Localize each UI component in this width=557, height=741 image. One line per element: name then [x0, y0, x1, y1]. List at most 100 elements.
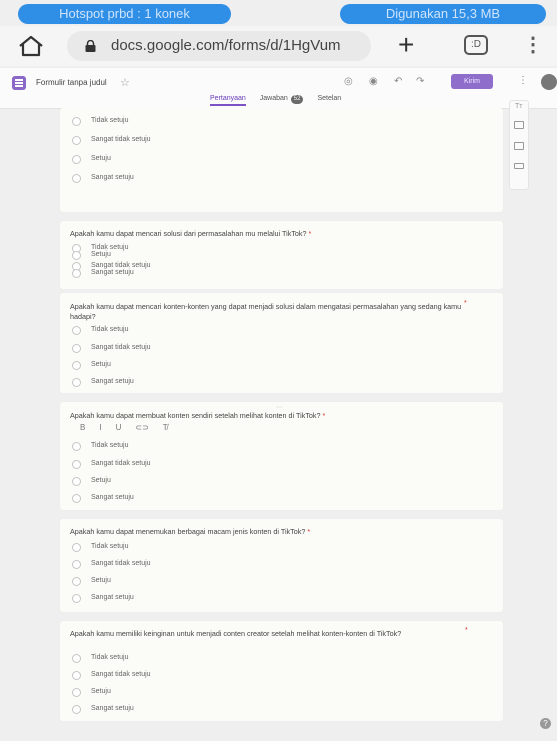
radio-button[interactable]: [72, 269, 81, 278]
tabs-icon[interactable]: :D: [464, 35, 488, 55]
palette-icon[interactable]: ◎: [344, 76, 353, 87]
radio-button[interactable]: [72, 460, 81, 469]
responses-count-badge: 52: [290, 95, 304, 104]
form-title[interactable]: Formulir tanpa judul: [36, 78, 107, 87]
question-card-active[interactable]: ⋯ Apakah kamu dapat membuat konten sendi…: [60, 402, 503, 510]
question-toolbar: Tт: [509, 100, 529, 190]
radio-button[interactable]: [72, 378, 81, 387]
menu-icon[interactable]: ⋮: [523, 32, 543, 58]
preview-icon[interactable]: ◉: [369, 76, 378, 87]
question-text: Apakah kamu dapat menemukan berbagai mac…: [70, 527, 311, 536]
radio-button[interactable]: [72, 477, 81, 486]
radio-button[interactable]: [72, 136, 81, 145]
question-text: Apakah kamu dapat mencari solusi dari pe…: [70, 229, 312, 238]
send-button[interactable]: Kirim: [451, 74, 493, 89]
radio-button[interactable]: [72, 251, 81, 260]
question-card[interactable]: Tidak setuju Sangat tidak setuju Setuju …: [60, 108, 503, 212]
redo-icon[interactable]: ↷: [416, 76, 424, 87]
option-label: Setuju: [91, 477, 111, 484]
radio-button[interactable]: [72, 560, 81, 569]
clear-format-icon[interactable]: T̸: [163, 423, 168, 432]
option-label: Sangat tidak setuju: [91, 560, 151, 567]
image-icon[interactable]: [514, 121, 524, 129]
option-label: Sangat setuju: [91, 494, 134, 501]
option-label: Tidak setuju: [91, 654, 129, 661]
option-label: Sangat setuju: [91, 705, 134, 712]
option-label: Tidak setuju: [91, 543, 129, 550]
option-label: Sangat tidak setuju: [91, 262, 151, 269]
avatar[interactable]: [541, 74, 557, 90]
video-icon[interactable]: [514, 142, 524, 150]
option-label: Sangat tidak setuju: [91, 344, 151, 351]
radio-button[interactable]: [72, 577, 81, 586]
option-label: Sangat setuju: [91, 269, 134, 276]
radio-button[interactable]: [72, 344, 81, 353]
bold-icon[interactable]: B: [80, 423, 85, 432]
question-text: Apakah kamu memiliki keinginan untuk men…: [70, 629, 402, 638]
required-mark: *: [464, 300, 467, 307]
status-bar: Hotspot prbd : 1 konek Digunakan 15,3 MB: [0, 0, 557, 26]
section-icon[interactable]: [514, 163, 524, 169]
radio-button[interactable]: [72, 174, 81, 183]
option-label: Sangat setuju: [91, 378, 134, 385]
italic-icon[interactable]: I: [99, 423, 101, 432]
radio-button[interactable]: [72, 543, 81, 552]
option-label: Sangat tidak setuju: [91, 136, 151, 143]
radio-button[interactable]: [72, 705, 81, 714]
undo-icon[interactable]: ↶: [394, 76, 402, 87]
required-mark: *: [308, 229, 312, 238]
required-mark: *: [322, 411, 326, 420]
title-icon[interactable]: Tт: [515, 103, 522, 110]
question-card[interactable]: Apakah kamu dapat menemukan berbagai mac…: [60, 519, 503, 612]
radio-button[interactable]: [72, 494, 81, 503]
radio-button[interactable]: [72, 594, 81, 603]
tab-responses[interactable]: Jawaban 52: [260, 95, 304, 104]
format-toolbar: B I U ⊂⊃ T̸: [80, 423, 182, 432]
radio-button[interactable]: [72, 326, 81, 335]
question-text[interactable]: Apakah kamu dapat membuat konten sendiri…: [70, 411, 325, 421]
radio-button[interactable]: [72, 671, 81, 680]
lock-icon: [85, 40, 96, 52]
radio-button[interactable]: [72, 654, 81, 663]
radio-button[interactable]: [72, 688, 81, 697]
browser-toolbar: docs.google.com/forms/d/1HgVum + :D ⋮: [0, 26, 557, 66]
home-icon[interactable]: [18, 35, 44, 57]
option-label: Setuju: [91, 688, 111, 695]
option-label: Setuju: [91, 155, 111, 162]
url-text: docs.google.com/forms/d/1HgVum: [111, 37, 341, 54]
option-label: Sangat tidak setuju: [91, 460, 151, 467]
hotspot-status: Hotspot prbd : 1 konek: [18, 4, 231, 24]
option-label: Tidak setuju: [91, 117, 129, 124]
option-label: Sangat tidak setuju: [91, 671, 151, 678]
radio-button[interactable]: [72, 155, 81, 164]
option-label: Tidak setuju: [91, 326, 129, 333]
more-options-icon[interactable]: ⋮: [518, 75, 528, 86]
tab-settings[interactable]: Setelan: [317, 95, 341, 102]
required-mark: *: [307, 527, 311, 536]
question-card[interactable]: Apakah kamu memiliki keinginan untuk men…: [60, 621, 503, 721]
help-button[interactable]: ?: [540, 718, 551, 729]
question-card[interactable]: Apakah kamu dapat mencari konten-konten …: [60, 293, 503, 393]
option-label: Setuju: [91, 361, 111, 368]
address-bar[interactable]: docs.google.com/forms/d/1HgVum: [67, 31, 371, 61]
option-label: Sangat setuju: [91, 594, 134, 601]
star-icon[interactable]: ☆: [120, 76, 130, 89]
link-icon[interactable]: ⊂⊃: [135, 423, 148, 432]
option-label: Setuju: [91, 251, 111, 258]
option-label: Tidak setuju: [91, 442, 129, 449]
option-label: Sangat setuju: [91, 174, 134, 181]
option-label: Setuju: [91, 577, 111, 584]
drag-handle-icon[interactable]: ⋯: [276, 404, 282, 411]
question-text: Apakah kamu dapat mencari konten-konten …: [70, 302, 462, 321]
form-tabs: Pertanyaan Jawaban 52 Setelan: [210, 95, 353, 106]
required-mark: *: [465, 627, 468, 634]
radio-button[interactable]: [72, 361, 81, 370]
radio-button[interactable]: [72, 442, 81, 451]
question-card[interactable]: Apakah kamu dapat mencari solusi dari pe…: [60, 221, 503, 289]
new-tab-icon[interactable]: +: [398, 31, 414, 59]
underline-icon[interactable]: U: [116, 423, 122, 432]
data-usage-status: Digunakan 15,3 MB: [340, 4, 546, 24]
forms-logo-icon: [12, 76, 26, 90]
tab-questions[interactable]: Pertanyaan: [210, 95, 246, 106]
radio-button[interactable]: [72, 117, 81, 126]
